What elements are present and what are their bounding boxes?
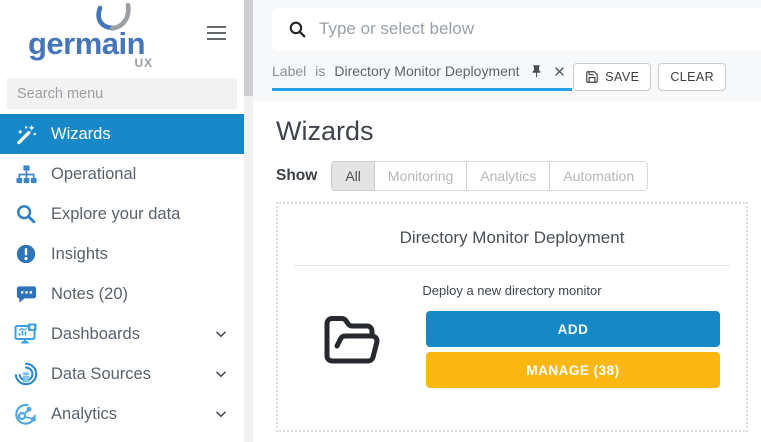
wizard-card-description: Deploy a new directory monitor bbox=[278, 283, 746, 298]
chevron-down-icon[interactable] bbox=[214, 327, 228, 341]
pin-icon[interactable] bbox=[529, 64, 544, 79]
scrollbar-thumb[interactable] bbox=[244, 0, 253, 96]
sidebar-item-label: Analytics bbox=[51, 405, 117, 424]
save-button-label: SAVE bbox=[605, 70, 639, 84]
database-icon bbox=[13, 362, 39, 386]
sidebar-item-analytics[interactable]: Analytics bbox=[0, 394, 244, 434]
sidebar-menu: Wizards Operational bbox=[0, 113, 244, 434]
filter-search-input[interactable] bbox=[319, 19, 761, 39]
tab-all[interactable]: All bbox=[331, 161, 375, 191]
add-button[interactable]: ADD bbox=[426, 311, 720, 347]
sidebar-item-label: Explore your data bbox=[51, 205, 180, 224]
clear-button[interactable]: CLEAR bbox=[658, 63, 726, 91]
sitemap-icon bbox=[13, 163, 39, 186]
logo-sub-text: UX bbox=[134, 56, 153, 70]
chevron-down-icon[interactable] bbox=[214, 367, 228, 381]
filter-header: Label is Directory Monitor Deployment bbox=[253, 0, 761, 101]
app-window: germain UX Wizards bbox=[0, 0, 761, 442]
sidebar-item-label: Data Sources bbox=[51, 365, 151, 384]
sidebar-scrollbar[interactable] bbox=[244, 0, 253, 442]
dashboard-monitor-icon bbox=[13, 322, 39, 346]
wizard-card-title: Directory Monitor Deployment bbox=[278, 228, 746, 248]
sidebar-item-label: Notes (20) bbox=[51, 285, 128, 304]
save-button[interactable]: SAVE bbox=[573, 63, 651, 91]
sidebar: germain UX Wizards bbox=[0, 0, 244, 442]
page-title: Wizards bbox=[276, 116, 748, 147]
sidebar-item-dashboards[interactable]: Dashboards bbox=[0, 314, 244, 354]
sidebar-item-label: Insights bbox=[51, 245, 108, 264]
remove-filter-icon[interactable] bbox=[553, 65, 566, 78]
chevron-down-icon[interactable] bbox=[214, 407, 228, 421]
filter-search-box bbox=[272, 8, 761, 50]
filter-operator: is bbox=[315, 63, 325, 79]
sidebar-item-label: Dashboards bbox=[51, 325, 140, 344]
wizard-card: Directory Monitor Deployment Deploy a ne… bbox=[276, 202, 748, 432]
sidebar-item-label: Wizards bbox=[51, 125, 111, 144]
show-label: Show bbox=[276, 167, 317, 185]
manage-button[interactable]: MANAGE (38) bbox=[426, 352, 720, 388]
search-icon bbox=[288, 20, 307, 39]
chat-bubble-icon bbox=[13, 283, 39, 306]
clear-button-label: CLEAR bbox=[670, 70, 714, 84]
sidebar-item-label: Operational bbox=[51, 165, 136, 184]
network-nodes-icon bbox=[13, 402, 39, 426]
tab-analytics[interactable]: Analytics bbox=[467, 161, 550, 191]
tab-monitoring[interactable]: Monitoring bbox=[375, 161, 467, 191]
category-tab-group: All Monitoring Analytics Automation bbox=[331, 161, 648, 191]
filter-chip[interactable]: Label is Directory Monitor Deployment bbox=[272, 63, 572, 91]
logo-swoosh-icon bbox=[90, 3, 136, 33]
sidebar-header: germain UX bbox=[0, 0, 244, 76]
main-area: Label is Directory Monitor Deployment bbox=[253, 0, 761, 442]
filter-actions: SAVE CLEAR bbox=[573, 63, 726, 91]
magnifier-icon bbox=[13, 203, 39, 225]
sidebar-search-input[interactable] bbox=[7, 78, 237, 109]
wizard-card-actions: ADD MANAGE (38) bbox=[426, 311, 720, 388]
sidebar-item-wizards[interactable]: Wizards bbox=[0, 114, 244, 154]
sidebar-item-data-sources[interactable]: Data Sources bbox=[0, 354, 244, 394]
card-divider bbox=[294, 265, 730, 266]
menu-toggle-icon[interactable] bbox=[207, 26, 226, 44]
sidebar-item-explore-your-data[interactable]: Explore your data bbox=[0, 194, 244, 234]
sidebar-item-insights[interactable]: Insights bbox=[0, 234, 244, 274]
filter-row: Label is Directory Monitor Deployment bbox=[272, 63, 726, 91]
tab-automation[interactable]: Automation bbox=[550, 161, 648, 191]
show-filter-row: Show All Monitoring Analytics Automation bbox=[276, 161, 748, 191]
sidebar-item-operational[interactable]: Operational bbox=[0, 154, 244, 194]
save-icon bbox=[585, 70, 599, 84]
sidebar-item-notes[interactable]: Notes (20) bbox=[0, 274, 244, 314]
logo: germain UX bbox=[28, 2, 145, 59]
wizard-card-body: ADD MANAGE (38) bbox=[278, 311, 746, 388]
magic-wand-icon bbox=[13, 123, 39, 146]
filter-field: Label bbox=[272, 63, 306, 79]
folder-open-icon bbox=[320, 311, 384, 371]
filter-value: Directory Monitor Deployment bbox=[334, 63, 519, 79]
exclamation-circle-icon bbox=[13, 243, 39, 265]
wizards-content: Wizards Show All Monitoring Analytics Au… bbox=[253, 101, 761, 442]
